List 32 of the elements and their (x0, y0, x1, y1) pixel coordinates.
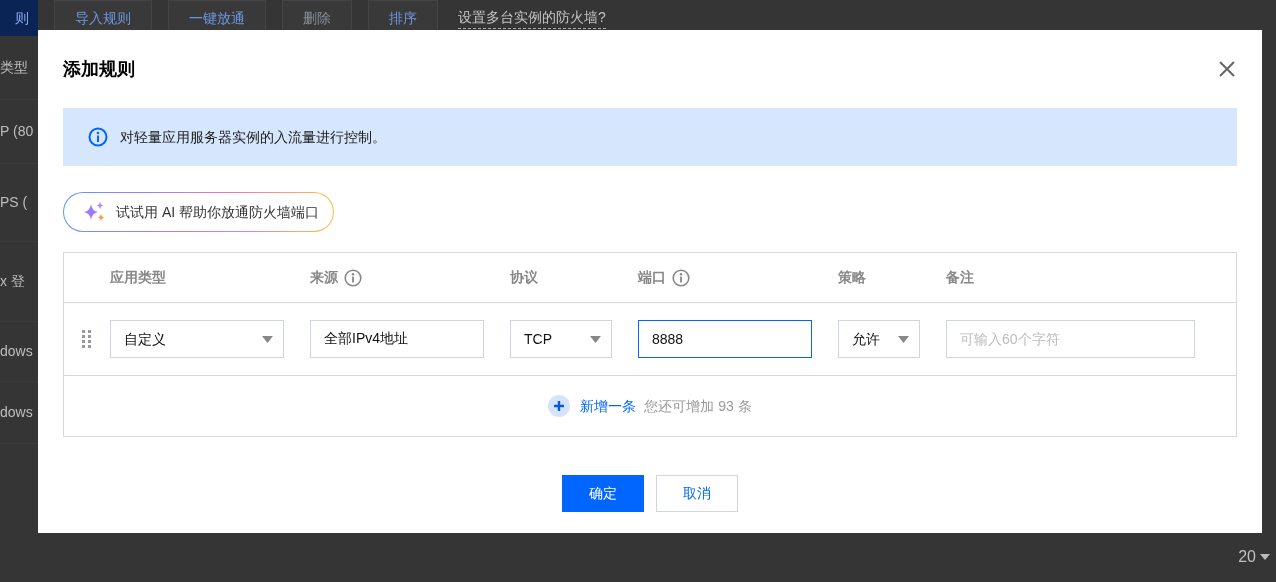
dropdown[interactable]: 允许 (838, 320, 920, 358)
close-button[interactable] (1217, 59, 1237, 79)
help-link[interactable]: 设置多台实例的防火墙? (458, 7, 606, 29)
dropdown[interactable]: TCP (510, 320, 612, 358)
caret-icon (590, 335, 601, 343)
input-field[interactable]: 全部IPv4地址 (310, 320, 484, 358)
drag-handle-icon[interactable] (82, 330, 92, 348)
confirm-button[interactable]: 确定 (562, 475, 644, 512)
info-icon (344, 268, 362, 287)
column-header: 端口 (638, 268, 666, 287)
info-text: 对轻量应用服务器实例的入流量进行控制。 (120, 127, 386, 147)
caret-icon (1260, 554, 1270, 560)
input-field[interactable]: 8888 (638, 320, 812, 358)
caret-icon (898, 335, 909, 343)
info-icon (672, 268, 690, 287)
page-size-select[interactable]: 20 (1238, 545, 1256, 569)
column-header: 备注 (946, 268, 974, 287)
ai-assist-button[interactable]: 试试用 AI 帮助你放通防火墙端口 (63, 192, 334, 232)
column-header: 来源 (310, 268, 338, 287)
column-header: 策略 (838, 268, 866, 287)
add-rule-link[interactable]: 新增一条 (548, 395, 637, 417)
dropdown[interactable]: 自定义 (110, 320, 284, 358)
toolbar-button[interactable]: 则 (0, 0, 38, 36)
plus-icon (548, 395, 571, 417)
cancel-button[interactable]: 取消 (656, 475, 738, 512)
dialog-title: 添加规则 (63, 57, 135, 81)
remaining-count-text: 您还可增加 93 条 (644, 396, 752, 416)
column-header: 协议 (510, 268, 538, 287)
caret-icon (262, 335, 273, 343)
info-icon (88, 127, 108, 147)
input-field[interactable]: 可输入60个字符 (946, 320, 1195, 358)
column-header: 应用类型 (110, 268, 166, 287)
